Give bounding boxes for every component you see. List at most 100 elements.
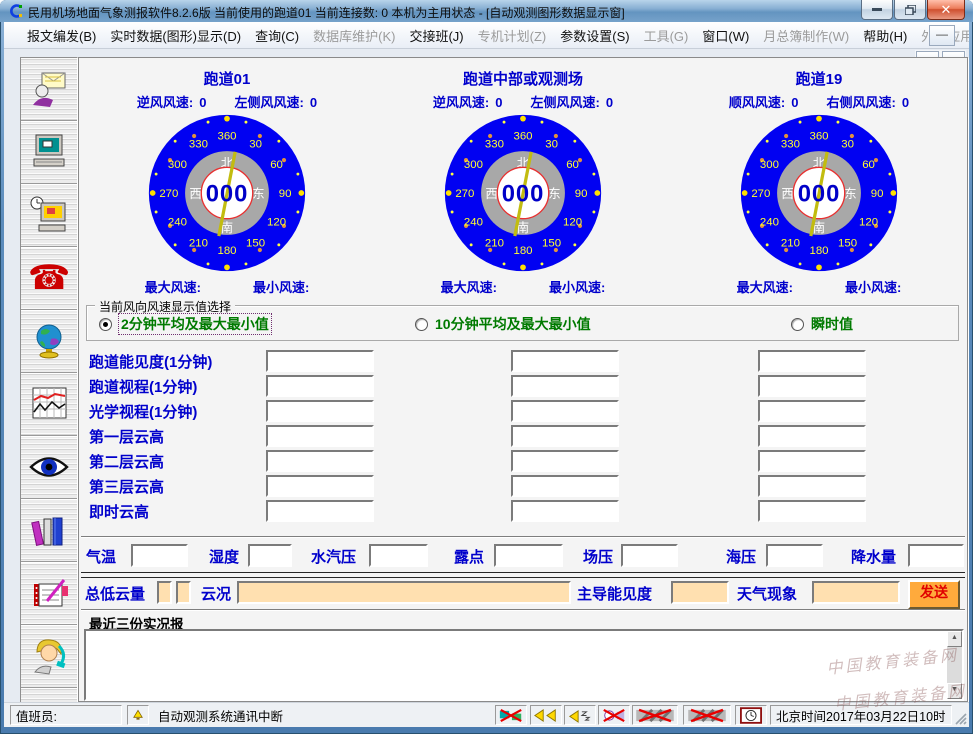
toolbar-notepad-button[interactable]	[21, 562, 77, 625]
horn-sleep-icon	[567, 708, 593, 723]
crosswind-readout: 左侧风风速:0	[235, 92, 318, 111]
reading-input[interactable]	[758, 475, 866, 497]
reading-input[interactable]	[266, 375, 374, 397]
sea-pressure-input[interactable]	[766, 544, 823, 567]
reading-input[interactable]	[758, 450, 866, 472]
reading-input[interactable]	[266, 500, 374, 522]
vapor-pressure-input[interactable]	[369, 544, 428, 567]
globe-icon	[29, 321, 69, 361]
max-wind-readout: 最大风速:	[441, 277, 497, 296]
low-cloud-input-1[interactable]	[157, 581, 172, 604]
mdi-minimize-button[interactable]: —	[929, 25, 955, 46]
svg-text:150: 150	[838, 237, 857, 249]
notepad-icon	[29, 573, 69, 613]
radio-icon[interactable]	[99, 318, 112, 331]
dial-runway01: 跑道01 逆风风速:0 左侧风风速:0 360 30 60 90	[79, 68, 375, 296]
scroll-up-button[interactable]: ▲	[947, 631, 962, 647]
status-message: 自动观测系统通讯中断	[153, 705, 491, 725]
toolbar-mail-compose-button[interactable]	[21, 58, 77, 121]
weather-phenomena-input[interactable]	[812, 581, 900, 604]
field-pressure-input[interactable]	[621, 544, 678, 567]
reading-input[interactable]	[266, 425, 374, 447]
menu-item-tools: 工具(G)	[637, 23, 696, 48]
wind-direction-value: 000	[798, 181, 841, 208]
resize-grip[interactable]	[954, 712, 967, 725]
restore-button[interactable]	[894, 0, 926, 20]
toolbar-globe-button[interactable]	[21, 310, 77, 373]
menu-item-settings[interactable]: 参数设置(S)	[553, 23, 636, 48]
close-button[interactable]: ✕	[927, 0, 965, 20]
radio-instant-value[interactable]: 瞬时值	[791, 314, 853, 334]
precipitation-input[interactable]	[908, 544, 964, 567]
reading-input[interactable]	[511, 475, 619, 497]
computer-clock-icon	[29, 195, 69, 235]
alarm-broken-icon	[601, 708, 627, 723]
menu-item-query[interactable]: 查询(C)	[248, 23, 306, 48]
row-label: 跑道视程(1分钟)	[89, 376, 197, 397]
svg-text:150: 150	[246, 237, 265, 249]
reading-input[interactable]	[758, 375, 866, 397]
reading-input[interactable]	[511, 350, 619, 372]
row-label: 第三层云高	[89, 476, 164, 497]
svg-text:30: 30	[545, 138, 558, 150]
radio-2min-average[interactable]: 2分钟平均及最大最小值	[99, 314, 271, 334]
svg-text:120: 120	[859, 216, 878, 228]
status-bar: 值班员: 自动观测系统通讯中断	[4, 702, 969, 727]
toolbar-computer-clock-button[interactable]	[21, 184, 77, 247]
menu-item-shift-change[interactable]: 交接班(J)	[402, 23, 470, 48]
toolbar-terminal-button[interactable]	[21, 121, 77, 184]
svg-text:240: 240	[464, 216, 483, 228]
temperature-input[interactable]	[131, 544, 188, 567]
low-cloud-label: 总低云量	[85, 583, 145, 604]
svg-text:60: 60	[566, 159, 579, 171]
radio-10min-average[interactable]: 10分钟平均及最大最小值	[415, 314, 591, 334]
toolbar-eye-button[interactable]	[21, 436, 77, 499]
svg-text:120: 120	[267, 216, 286, 228]
dew-point-input[interactable]	[494, 544, 563, 567]
menu-item-window[interactable]: 窗口(W)	[695, 23, 756, 48]
min-wind-readout: 最小风速:	[549, 277, 605, 296]
reading-input[interactable]	[758, 500, 866, 522]
reading-input[interactable]	[758, 350, 866, 372]
toolbar-books-button[interactable]	[21, 499, 77, 562]
reading-input[interactable]	[266, 400, 374, 422]
cloud-condition-input[interactable]	[237, 581, 571, 604]
toolbar-phone-button[interactable]: ☎	[21, 247, 77, 310]
menu-item-realtime-display[interactable]: 实时数据(图形)显示(D)	[103, 23, 248, 48]
row-label: 第一层云高	[89, 426, 164, 447]
svg-text:60: 60	[862, 159, 875, 171]
reading-input[interactable]	[266, 450, 374, 472]
minimize-icon	[872, 8, 882, 11]
low-cloud-input-2[interactable]	[176, 581, 191, 604]
reading-input[interactable]	[266, 350, 374, 372]
reading-input[interactable]	[758, 425, 866, 447]
toolbar-chart-button[interactable]	[21, 373, 77, 436]
reading-input[interactable]	[511, 375, 619, 397]
svg-text:150: 150	[542, 237, 561, 249]
reading-input[interactable]	[758, 400, 866, 422]
send-button[interactable]: 发送	[908, 580, 960, 609]
menu-item-message-edit[interactable]: 报文编发(B)	[20, 23, 103, 48]
menu-item-db-maintain: 数据库维护(K)	[306, 23, 402, 48]
reports-scrollbar[interactable]: ▲ ▼	[947, 631, 962, 699]
reading-input[interactable]	[511, 500, 619, 522]
link-status-panel	[495, 705, 527, 725]
visibility-input[interactable]	[671, 581, 729, 604]
recent-reports-content[interactable]	[86, 631, 947, 699]
reading-input[interactable]	[266, 475, 374, 497]
reading-input[interactable]	[511, 450, 619, 472]
humidity-input[interactable]	[248, 544, 292, 567]
reading-input[interactable]	[511, 425, 619, 447]
toolbar-operator-button[interactable]	[21, 625, 77, 688]
title-bar[interactable]: 民用机场地面气象测报软件8.2.6版 当前使用的跑道01 当前连接数: 0 本机…	[0, 0, 973, 22]
max-wind-readout: 最大风速:	[737, 277, 793, 296]
radio-icon[interactable]	[415, 318, 428, 331]
display-mode-legend: 当前风向风速显示值选择	[95, 298, 235, 315]
reading-input[interactable]	[511, 400, 619, 422]
menu-item-help[interactable]: 帮助(H)	[856, 23, 914, 48]
minimize-button[interactable]	[861, 0, 893, 20]
radio-icon[interactable]	[791, 318, 804, 331]
svg-text:330: 330	[485, 138, 504, 150]
headwind-readout: 逆风风速:0	[433, 92, 503, 111]
scroll-down-button[interactable]: ▼	[947, 683, 962, 699]
